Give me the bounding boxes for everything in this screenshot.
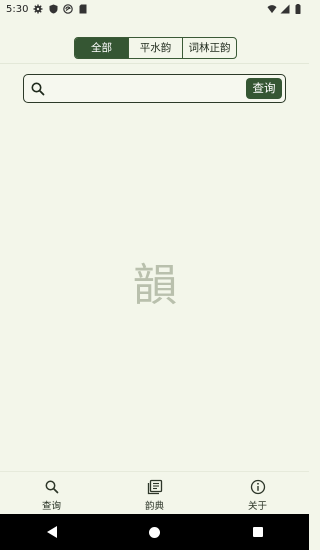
nav-label-dictionary: 韵典 bbox=[144, 501, 164, 512]
wifi-icon bbox=[267, 4, 277, 14]
battery-icon bbox=[293, 4, 303, 14]
sd-card-icon bbox=[78, 4, 88, 14]
status-time: 5:30 bbox=[6, 3, 29, 15]
header-divider bbox=[0, 63, 309, 64]
shield-icon bbox=[48, 4, 58, 14]
status-right bbox=[267, 4, 303, 14]
home-icon[interactable] bbox=[148, 525, 162, 539]
rhyme-filter-tabs: 全部 平水韵 词林正韵 bbox=[74, 37, 237, 59]
status-bar: 5:30 bbox=[0, 0, 309, 18]
gear-icon bbox=[33, 4, 43, 14]
nav-item-query[interactable]: 查询 bbox=[0, 472, 103, 515]
nav-label-query: 查询 bbox=[41, 501, 61, 512]
nav-item-dictionary[interactable]: 韵典 bbox=[103, 472, 206, 515]
recents-icon[interactable] bbox=[251, 525, 265, 539]
back-icon[interactable] bbox=[45, 525, 59, 539]
system-nav-bar bbox=[0, 514, 309, 550]
nav-item-about[interactable]: 关于 bbox=[206, 472, 309, 515]
status-left: 5:30 bbox=[6, 4, 88, 15]
center-logo-glyph: 韻 bbox=[133, 260, 177, 311]
bottom-nav: 查询 韵典 关于 bbox=[0, 471, 309, 515]
search-icon bbox=[44, 479, 60, 495]
nav-label-about: 关于 bbox=[247, 501, 267, 512]
search-input[interactable] bbox=[52, 78, 246, 101]
signal-icon bbox=[280, 4, 290, 14]
search-icon bbox=[30, 81, 46, 97]
tab-pingshui-yun[interactable]: 平水韵 bbox=[129, 38, 183, 58]
tab-cilin-zhengyun[interactable]: 词林正韵 bbox=[183, 38, 236, 58]
query-button[interactable]: 查询 bbox=[246, 78, 282, 99]
book-icon bbox=[147, 479, 163, 495]
tab-all[interactable]: 全部 bbox=[75, 38, 129, 58]
search-box: 查询 bbox=[23, 74, 286, 103]
sync-icon bbox=[63, 4, 74, 14]
info-icon bbox=[250, 479, 266, 495]
